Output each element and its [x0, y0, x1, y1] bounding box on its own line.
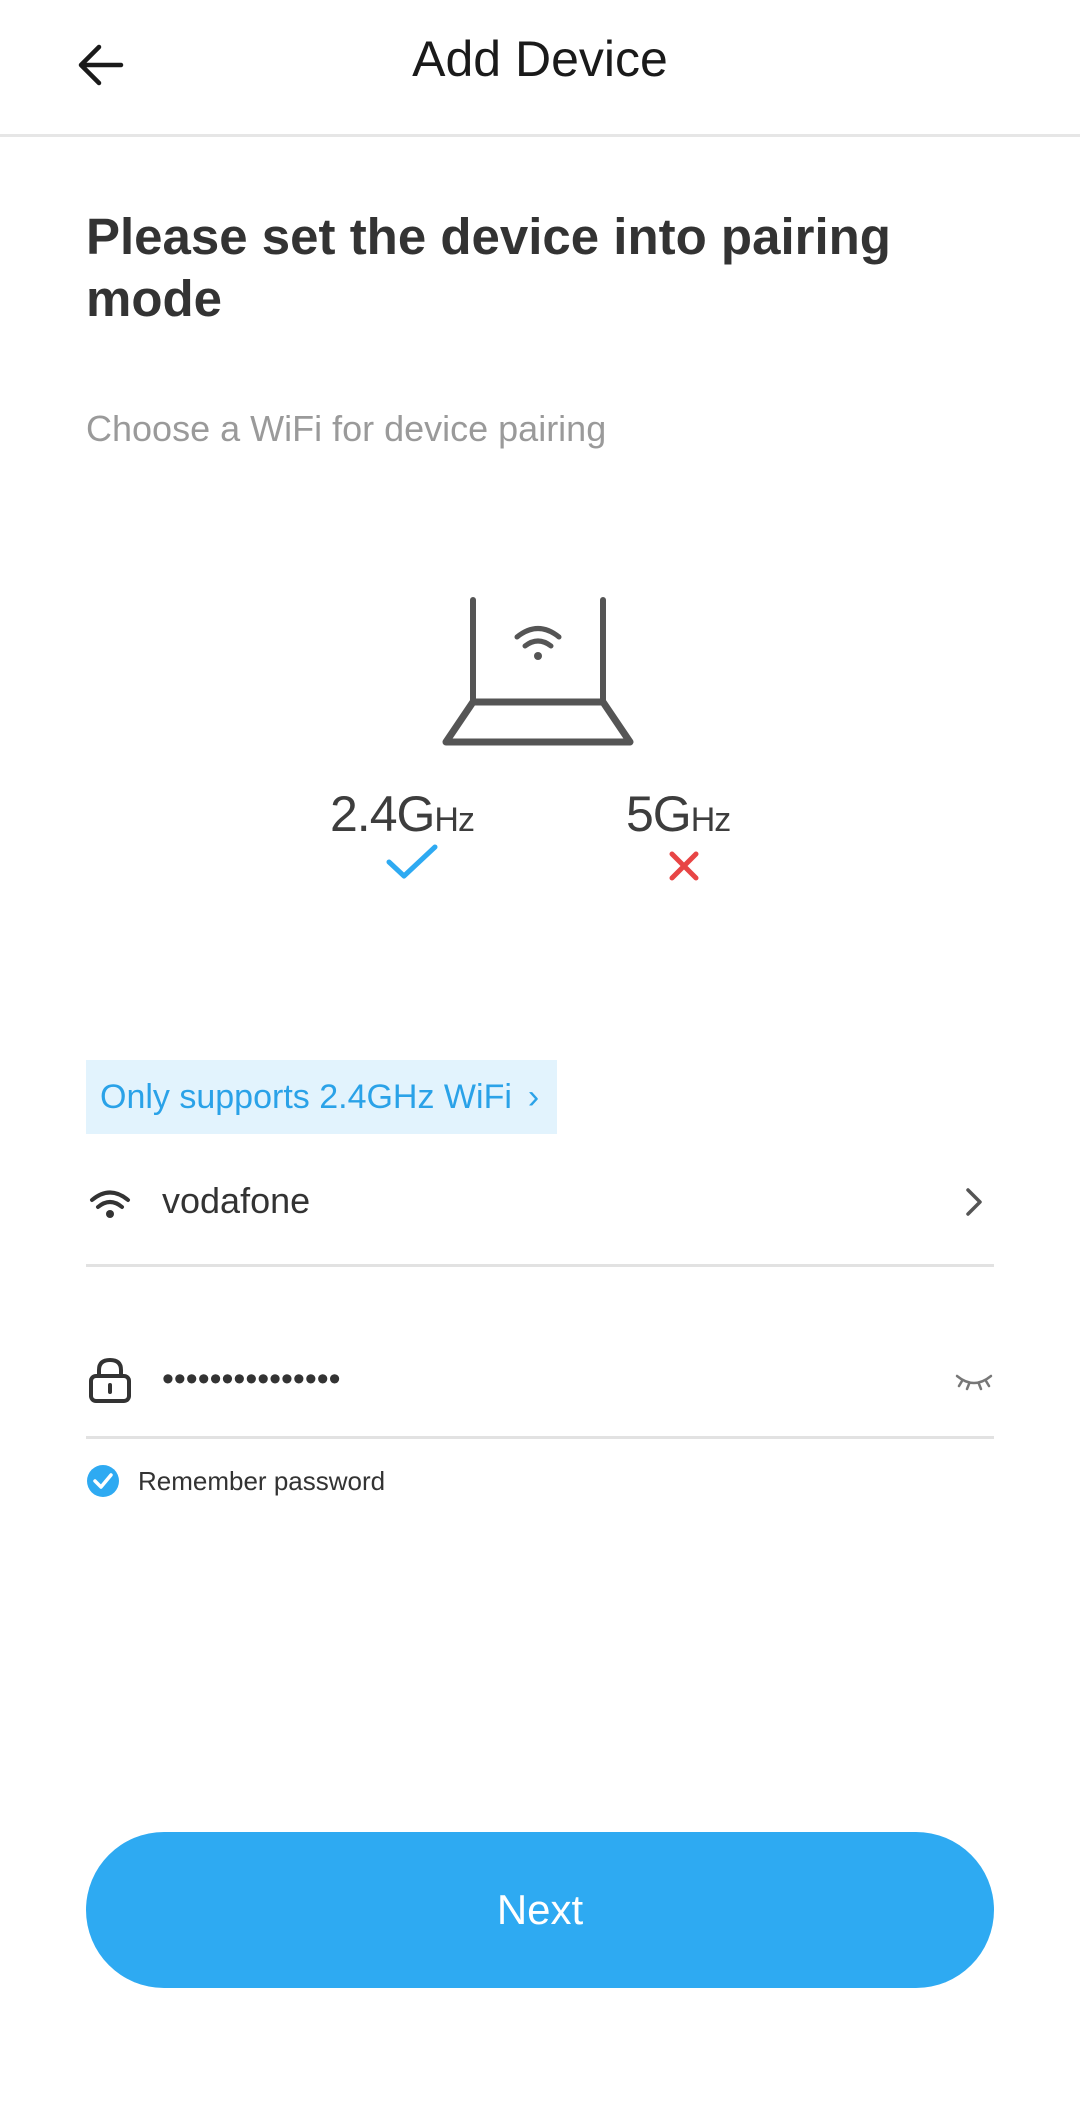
app-bar: Add Device	[0, 0, 1080, 137]
password-input[interactable]: •••••••••••••••	[162, 1360, 862, 1399]
lock-icon	[89, 1357, 131, 1403]
wifi-network-name: vodafone	[162, 1180, 311, 1221]
checked-circle-icon[interactable]	[86, 1464, 120, 1498]
remember-password-toggle[interactable]: Remember password	[86, 1464, 385, 1498]
eye-closed-icon[interactable]	[954, 1362, 994, 1402]
next-button[interactable]: Next	[86, 1832, 994, 1988]
cross-icon	[669, 851, 699, 881]
wifi-support-note-label: Only supports 2.4GHz WiFi	[100, 1077, 512, 1116]
pairing-headline: Please set the device into pairing mode	[86, 208, 891, 327]
password-field[interactable]: •••••••••••••••	[86, 1336, 994, 1439]
band-2-4ghz-label: 2.4GHz	[330, 786, 475, 842]
wifi-signal-icon	[514, 626, 562, 649]
wifi-support-note[interactable]: Only supports 2.4GHz WiFi ›	[86, 1060, 558, 1134]
router-illustration	[442, 597, 634, 746]
wifi-network-selector[interactable]: vodafone	[86, 1160, 994, 1267]
band-5ghz-label: 5GHz	[626, 786, 731, 842]
page-title: Add Device	[412, 31, 668, 87]
chevron-right-icon: ›	[527, 1077, 540, 1116]
remember-password-label: Remember password	[138, 1465, 386, 1496]
check-icon	[386, 844, 438, 879]
chevron-right-icon	[966, 1188, 982, 1216]
wifi-subtitle: Choose a WiFi for device pairing	[86, 408, 607, 449]
wifi-icon	[90, 1190, 130, 1218]
